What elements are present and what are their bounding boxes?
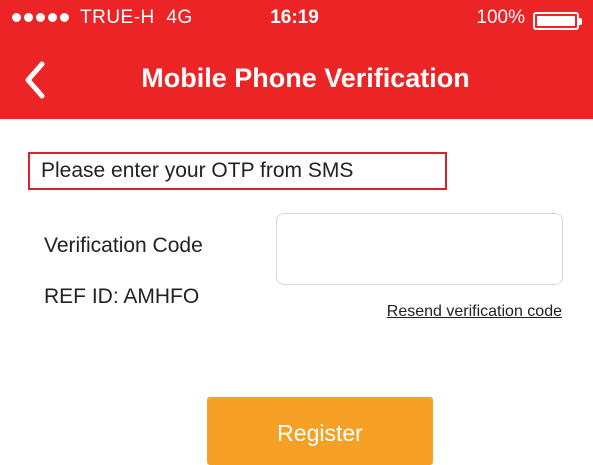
page-title: Mobile Phone Verification bbox=[141, 63, 470, 93]
otp-instruction: Please enter your OTP from SMS bbox=[28, 152, 447, 190]
ref-id-text: REF ID: AMHFO bbox=[44, 285, 200, 308]
battery-fill bbox=[537, 16, 575, 26]
verification-screen: TRUE-H 4G 16:19 100% Mobile Phone Verifi… bbox=[0, 0, 593, 465]
battery-icon bbox=[533, 12, 582, 30]
app-header: TRUE-H 4G 16:19 100% Mobile Phone Verifi… bbox=[0, 0, 593, 119]
resend-code-link[interactable]: Resend verification code bbox=[387, 303, 562, 321]
battery-percent: 100% bbox=[476, 7, 525, 28]
status-bar: TRUE-H 4G 16:19 100% bbox=[0, 0, 593, 40]
verification-code-label: Verification Code bbox=[44, 234, 203, 257]
register-button[interactable]: Register bbox=[207, 397, 433, 465]
verification-code-input[interactable] bbox=[276, 213, 563, 285]
nav-bar: Mobile Phone Verification bbox=[0, 40, 593, 119]
